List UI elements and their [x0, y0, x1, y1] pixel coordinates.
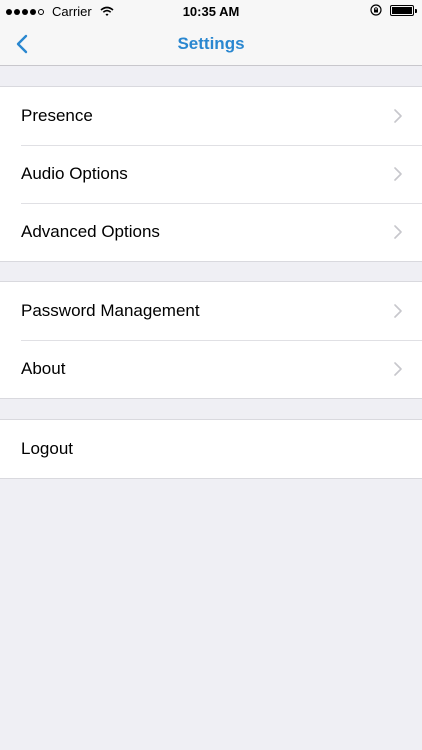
settings-group-account: Password Management About — [0, 281, 422, 399]
settings-row-password-management[interactable]: Password Management — [0, 282, 422, 340]
row-label: Logout — [21, 439, 73, 458]
row-label: Audio Options — [21, 164, 128, 183]
page-title: Settings — [177, 34, 245, 53]
row-label: Advanced Options — [21, 222, 160, 241]
settings-row-audio-options[interactable]: Audio Options — [0, 145, 422, 203]
chevron-right-icon — [394, 167, 402, 181]
battery-icon — [390, 4, 417, 16]
chevron-right-icon — [394, 109, 402, 123]
chevron-left-icon — [16, 34, 28, 54]
status-right — [370, 4, 417, 16]
settings-group-session: Logout — [0, 419, 422, 479]
row-label: About — [21, 359, 66, 378]
chevron-right-icon — [394, 225, 402, 239]
row-label: Presence — [21, 106, 93, 125]
status-time: 10:35 AM — [182, 4, 240, 19]
chevron-right-icon — [394, 304, 402, 318]
chevron-right-icon — [394, 362, 402, 376]
navigation-bar: Settings — [0, 22, 422, 66]
settings-row-advanced-options[interactable]: Advanced Options — [0, 203, 422, 261]
settings-row-presence[interactable]: Presence — [0, 87, 422, 145]
rotation-lock-icon — [370, 4, 382, 16]
status-bar: Carrier 10:35 AM — [0, 0, 422, 22]
logout-button[interactable]: Logout — [0, 420, 422, 478]
row-label: Password Management — [21, 301, 200, 320]
settings-row-about[interactable]: About — [0, 340, 422, 398]
settings-group-general: Presence Audio Options Advanced Options — [0, 86, 422, 262]
back-button[interactable] — [6, 28, 38, 60]
